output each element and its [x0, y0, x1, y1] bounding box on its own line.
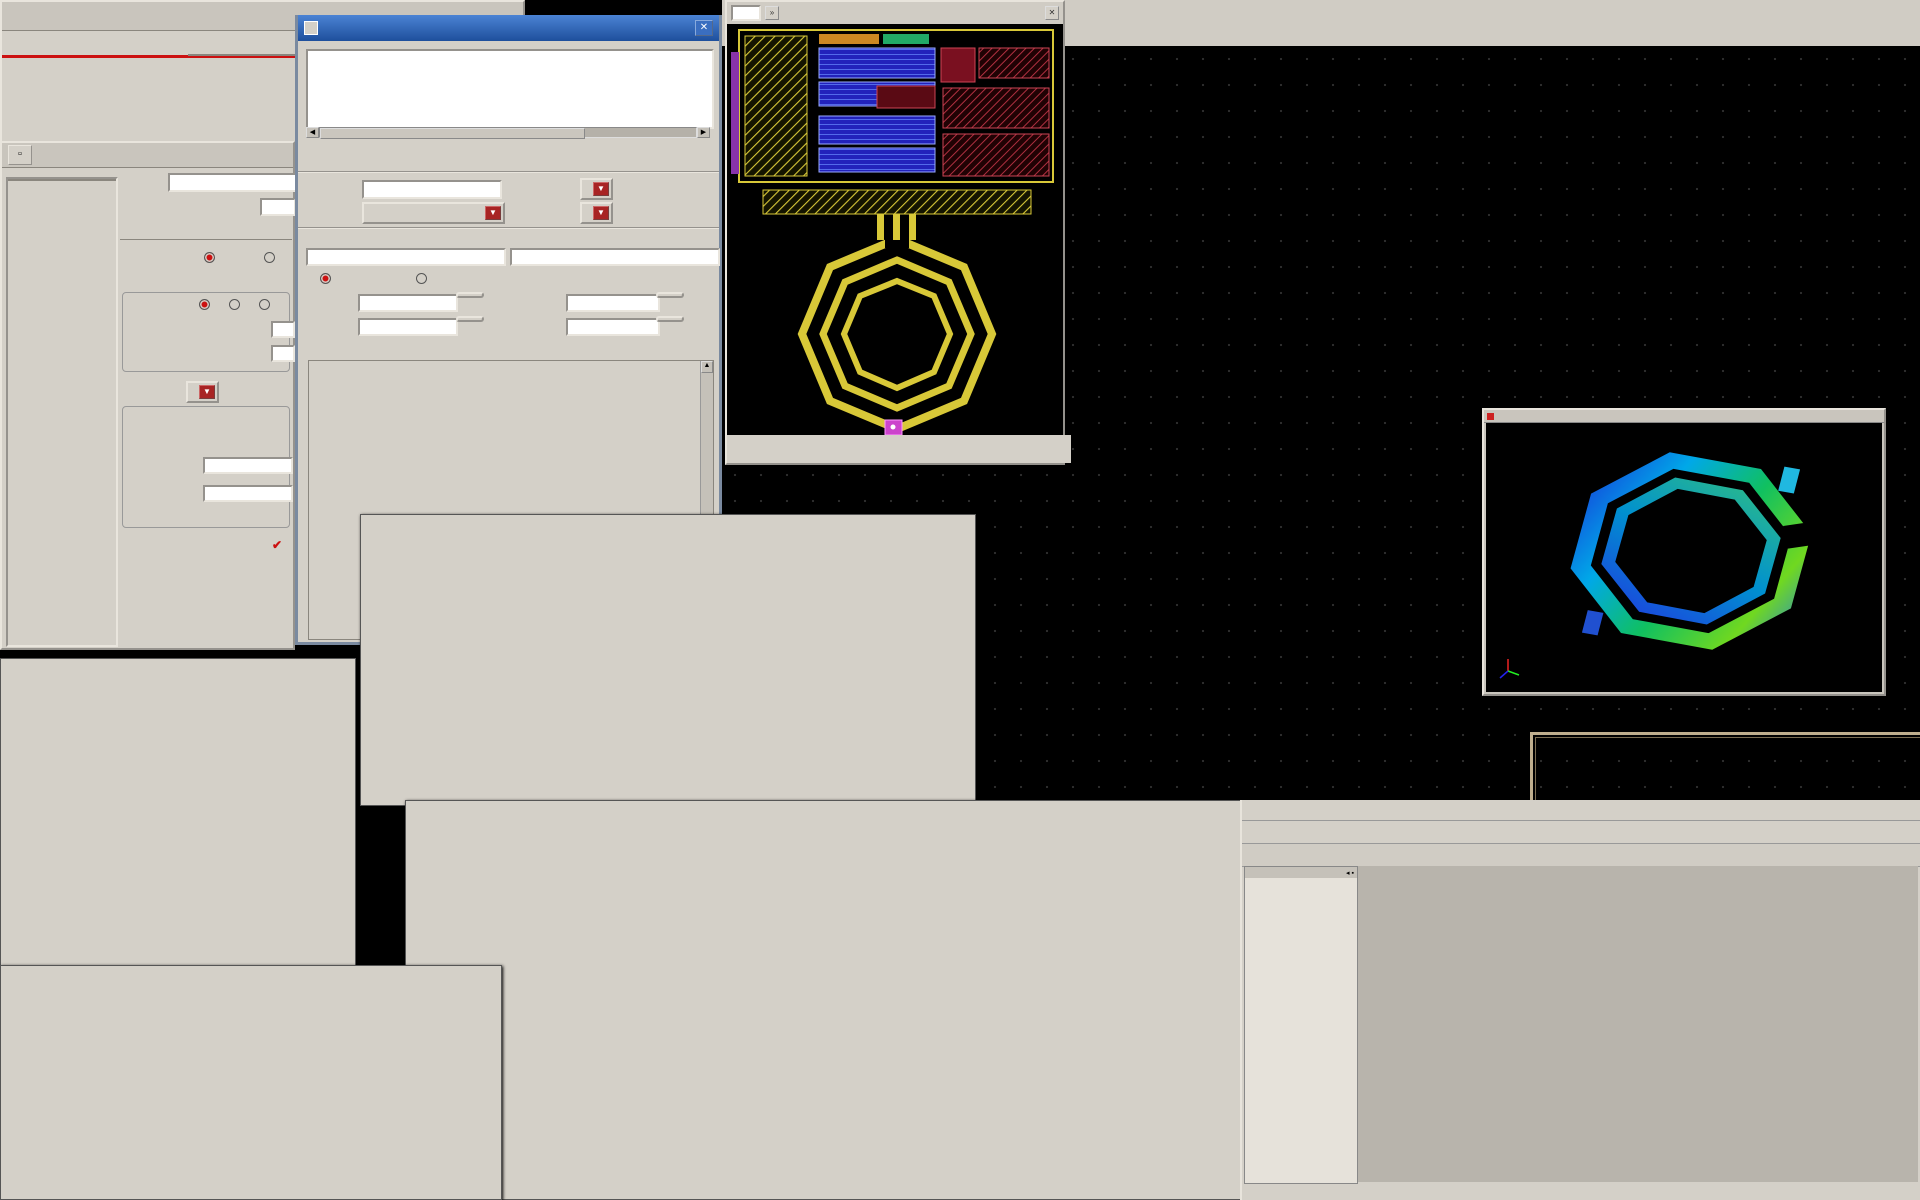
- 3d-canvas[interactable]: [1486, 423, 1882, 692]
- fundamental-frequency-value[interactable]: [271, 321, 295, 338]
- layout-inductor: [802, 214, 992, 429]
- fast-envelope-level1[interactable]: [204, 252, 219, 265]
- vtb-rfout-select-button[interactable]: [456, 292, 484, 298]
- vtb-ground2-value[interactable]: [566, 318, 660, 336]
- vtb-ground1-value[interactable]: [358, 318, 458, 336]
- form-menu-button[interactable]: ▫: [8, 145, 32, 165]
- vtb-close-icon[interactable]: ✕: [695, 20, 713, 36]
- vtb-sink-value[interactable]: [510, 248, 720, 266]
- navigation-tree: [1245, 878, 1357, 880]
- dropdown-arrow-icon: ▼: [199, 385, 215, 399]
- layout-canvas[interactable]: [727, 24, 1063, 436]
- navigation-close-icon[interactable]: ◂ ▪: [1346, 869, 1354, 877]
- layout-top-block: [731, 30, 1053, 182]
- vtb-testbench-select[interactable]: ▼: [580, 202, 613, 224]
- vtb-rfin-value[interactable]: [566, 294, 660, 312]
- spectrum-window: [360, 514, 976, 806]
- vtb-add-to-nodes-radio[interactable]: [320, 273, 335, 286]
- results-window: ◂ ▪: [1240, 800, 1920, 1200]
- vtb-ground2-select-button[interactable]: [656, 316, 684, 322]
- vtb-testbench-list[interactable]: [306, 49, 714, 129]
- results-plot-area: [1358, 866, 1918, 1182]
- waveform-window: [0, 965, 502, 1200]
- inductor-3d-window: [1482, 408, 1886, 696]
- vtb-name-value[interactable]: [362, 180, 502, 199]
- vtb-list-scrollbar[interactable]: ◀ ▶: [306, 127, 710, 138]
- choosing-analyses-form: ▫ ▼: [0, 141, 295, 650]
- tones-2[interactable]: [229, 299, 244, 312]
- analysis-tree: [8, 181, 116, 185]
- vtb-override-source-radio[interactable]: [416, 273, 431, 286]
- tones-1[interactable]: [199, 299, 214, 312]
- 3d-axis-triad: [1500, 659, 1519, 678]
- 3d-inductor-model: [1549, 442, 1839, 659]
- tones-3[interactable]: [259, 299, 274, 312]
- desktop: ▫ ▼: [0, 0, 1920, 1200]
- results-toolbar: [1242, 843, 1920, 867]
- vtb-type-select[interactable]: ▼: [580, 178, 613, 200]
- et-stimulus-select[interactable]: ▼: [186, 381, 219, 403]
- vtb-rfout-value[interactable]: [358, 294, 458, 312]
- layout-feed-bar: [763, 190, 1031, 214]
- layout-zoom-value[interactable]: [731, 5, 761, 21]
- vtb-window-icon[interactable]: [304, 21, 318, 35]
- stop-time-value[interactable]: [203, 457, 293, 474]
- harmonics-value[interactable]: [271, 345, 295, 362]
- constellation-window: [0, 658, 356, 967]
- layout-window: » ✕: [725, 0, 1065, 465]
- 3d-window-icon[interactable]: [1487, 413, 1494, 420]
- layout-zoom-apply-icon[interactable]: »: [765, 6, 779, 20]
- setup-analysis: [260, 198, 296, 216]
- vtb-ground1-select-button[interactable]: [456, 316, 484, 322]
- vtb-source-value[interactable]: [306, 248, 506, 266]
- vtb-library-select[interactable]: ▼: [362, 202, 505, 224]
- run-list-value[interactable]: [168, 173, 302, 192]
- analysis-name-value[interactable]: [203, 485, 293, 502]
- resonator-window: [405, 800, 1246, 1200]
- vtb-rfin-select-button[interactable]: [656, 292, 684, 298]
- analyses-label: [188, 54, 310, 56]
- fast-envelope-level2[interactable]: [264, 252, 279, 265]
- layout-close-icon[interactable]: ✕: [1045, 6, 1059, 20]
- do-not-save-checkbox[interactable]: ✔: [272, 538, 282, 552]
